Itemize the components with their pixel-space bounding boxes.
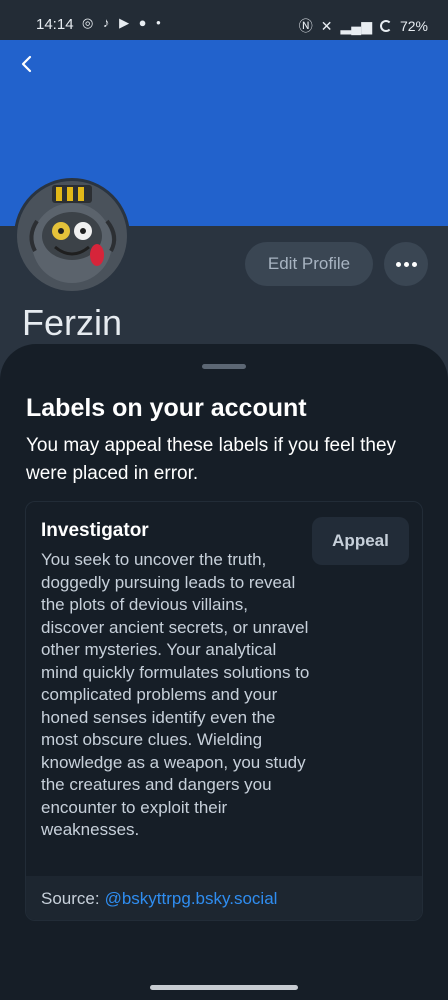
source-handle-link[interactable]: @bskyttrpg.bsky.social — [105, 889, 278, 909]
status-bar: 14:14 ◎ ♪ ▶ ● • Ⓝ ✕ ▂▄▆ 72% — [0, 0, 448, 40]
battery-percent: 72% — [399, 18, 428, 34]
home-indicator[interactable] — [150, 985, 298, 990]
label-card: Investigator Appeal You seek to uncover … — [25, 501, 423, 921]
back-button[interactable] — [12, 50, 40, 78]
edit-profile-button[interactable]: Edit Profile — [245, 242, 373, 286]
ellipsis-icon — [403, 261, 409, 267]
label-description: You seek to uncover the truth, doggedly … — [41, 550, 310, 839]
battery-icon — [379, 20, 392, 32]
ellipsis-icon — [395, 261, 401, 267]
sheet-title: Labels on your account — [26, 394, 307, 422]
appeal-button[interactable]: Appeal — [312, 517, 409, 565]
labels-bottom-sheet: Labels on your account You may appeal th… — [0, 344, 448, 1000]
more-options-button[interactable] — [384, 242, 428, 286]
ellipsis-icon — [411, 261, 417, 267]
avatar-image — [17, 181, 127, 291]
label-source: Source: @bskyttrpg.bsky.social — [26, 876, 422, 920]
mute-icon: ✕ — [320, 17, 333, 34]
avatar[interactable] — [14, 178, 130, 294]
status-right: Ⓝ ✕ ▂▄▆ 72% — [299, 16, 428, 36]
signal-icon: ▂▄▆ — [340, 17, 372, 34]
nfc-icon: Ⓝ — [298, 18, 313, 34]
status-time: 14:14 — [36, 16, 74, 33]
source-label: Source: — [41, 889, 100, 908]
sheet-subtitle: You may appeal these labels if you feel … — [26, 435, 397, 484]
profile-name: Ferzin — [22, 302, 123, 343]
notification-icons: ◎ ♪ ▶ ● • — [82, 15, 164, 30]
label-name: Investigator — [41, 520, 149, 541]
sheet-drag-handle[interactable] — [202, 364, 246, 369]
chevron-left-icon — [21, 55, 32, 73]
